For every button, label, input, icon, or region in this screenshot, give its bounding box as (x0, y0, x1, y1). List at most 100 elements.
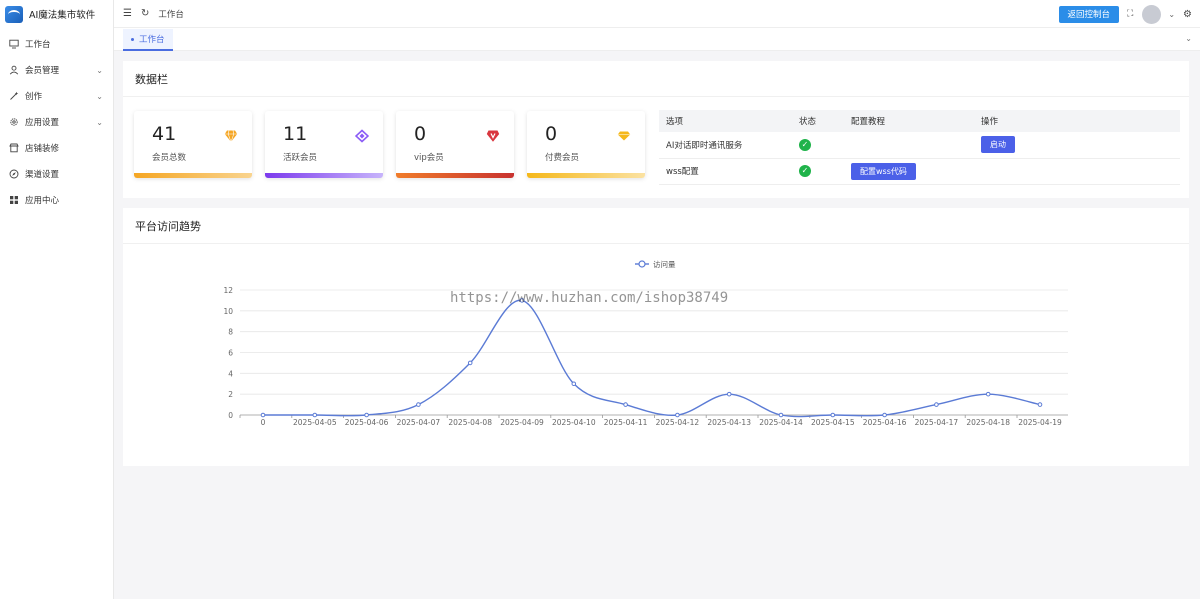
return-console-button[interactable]: 返回控制台 (1058, 5, 1120, 23)
sidebar-item-members[interactable]: 会员管理 ⌄ (0, 57, 113, 83)
data-point (312, 412, 318, 418)
refresh-icon[interactable]: ↻ (141, 8, 149, 19)
table-header-row: 选项 状态 配置教程 操作 (659, 110, 1180, 132)
data-point (830, 412, 836, 418)
x-tick-label: 2025-04-19 (1018, 418, 1062, 427)
x-tick-label: 2025-04-05 (293, 418, 337, 427)
x-tick-label: 2025-04-10 (552, 418, 596, 427)
stat-card-total-members[interactable]: 41 会员总数 (134, 111, 252, 178)
stat-value: 0 (414, 123, 427, 145)
stat-label: 会员总数 (152, 153, 187, 163)
action-cell (974, 158, 1180, 185)
panel-title: 数据栏 (123, 61, 1189, 97)
card-accent-bar (396, 173, 514, 178)
sidebar-item-label: 工作台 (25, 40, 51, 50)
status-cell: ✓ (792, 158, 844, 185)
sidebar-item-label: 应用设置 (25, 118, 60, 128)
sidebar-item-label: 店铺装修 (25, 144, 60, 154)
sidebar: AI魔法集市软件 工作台 会员管理 ⌄ 创作 ⌄ 应用设置 ⌄ 店铺装修 渠道设… (0, 0, 114, 599)
stat-value: 41 (152, 123, 177, 145)
x-tick-label: 2025-04-13 (707, 418, 751, 427)
card-accent-bar (265, 173, 383, 178)
stat-card-active-members[interactable]: 11 活跃会员 (265, 111, 383, 178)
avatar[interactable] (1142, 4, 1162, 24)
table-row: wss配置 ✓ 配置wss代码 (659, 158, 1180, 185)
sidebar-item-label: 渠道设置 (25, 170, 60, 180)
config-wss-button[interactable]: 配置wss代码 (851, 162, 916, 180)
user-icon (9, 65, 19, 75)
shop-icon (9, 143, 19, 153)
stat-label: vip会员 (414, 153, 444, 163)
y-tick-label: 10 (223, 307, 233, 316)
sidebar-item-app-center[interactable]: 应用中心 (0, 187, 113, 213)
y-tick-label: 8 (228, 328, 233, 337)
menu-collapse-icon[interactable]: ☰ (123, 8, 132, 19)
series-line (263, 299, 1041, 418)
card-accent-bar (134, 173, 252, 178)
sidebar-item-label: 会员管理 (25, 66, 60, 76)
stat-card-paid-members[interactable]: 0 付费会员 (527, 111, 645, 178)
sidebar-item-label: 创作 (25, 92, 43, 102)
sidebar-item-shop-decor[interactable]: 店铺装修 (0, 135, 113, 161)
action-cell: 启动 (974, 132, 1180, 159)
status-cell: ✓ (792, 132, 844, 159)
x-tick-label: 2025-04-09 (500, 418, 544, 427)
app-logo (5, 5, 23, 23)
x-tick-label: 2025-04-08 (448, 418, 492, 427)
column-header: 状态 (792, 110, 844, 132)
chevron-down-icon: ⌄ (96, 117, 103, 127)
sidebar-item-create[interactable]: 创作 ⌄ (0, 83, 113, 109)
data-point (882, 412, 887, 418)
x-tick-label: 2025-04-07 (397, 418, 441, 427)
legend-label: 访问量 (653, 259, 676, 269)
sidebar-menu: 工作台 会员管理 ⌄ 创作 ⌄ 应用设置 ⌄ 店铺装修 渠道设置 应用中心 (0, 31, 113, 213)
data-point (1037, 402, 1043, 407)
data-point (623, 402, 628, 407)
monitor-icon (9, 39, 19, 49)
option-cell: wss配置 (659, 158, 792, 185)
chevron-down-icon: ⌄ (96, 65, 103, 75)
data-point (778, 412, 784, 418)
grid-icon (9, 195, 19, 205)
sidebar-item-workbench[interactable]: 工作台 (0, 31, 113, 57)
stat-label: 付费会员 (545, 153, 580, 163)
fullscreen-icon[interactable]: ⛶ (1127, 9, 1133, 19)
x-tick-label: 2025-04-16 (863, 418, 907, 427)
data-point (985, 391, 991, 397)
x-tick-label: 2025-04-14 (759, 418, 803, 427)
diamond-yellow-icon (617, 131, 631, 141)
stat-card-vip-members[interactable]: 0 vip会员 (396, 111, 514, 178)
gear-icon[interactable]: ⚙ (1183, 9, 1192, 20)
data-point (726, 391, 732, 397)
x-tick-label: 0 (261, 418, 266, 427)
panel-title: 平台访问趋势 (123, 208, 1189, 244)
y-tick-label: 12 (223, 286, 233, 295)
sidebar-item-channel[interactable]: 渠道设置 (0, 161, 113, 187)
y-tick-label: 4 (228, 369, 233, 378)
breadcrumb: 工作台 (158, 9, 184, 20)
x-tick-label: 2025-04-12 (656, 418, 700, 427)
x-tick-label: 2025-04-11 (604, 418, 648, 427)
chevron-down-icon[interactable]: ⌄ (1185, 34, 1192, 43)
table-row: AI对话即时通讯服务 ✓ 启动 (659, 132, 1180, 159)
tab-strip: 工作台 ⌄ (114, 28, 1200, 51)
data-point (416, 402, 421, 407)
column-header: 配置教程 (844, 110, 974, 132)
tutorial-cell (844, 132, 974, 159)
data-point (467, 360, 473, 366)
x-tick-label: 2025-04-18 (966, 418, 1010, 427)
tab-workbench[interactable]: 工作台 (123, 29, 173, 51)
legend-marker (638, 260, 646, 268)
data-point (571, 381, 577, 387)
column-header: 选项 (659, 110, 792, 132)
logo-row[interactable]: AI魔法集市软件 (0, 0, 113, 28)
visits-line-chart: 0 2 4 6 8 10 12 0 2025-04-05 2025-04-06 2025-04-07… (223, 259, 1068, 427)
chevron-down-icon[interactable]: ⌄ (1168, 10, 1175, 19)
chevron-down-icon: ⌄ (96, 91, 103, 101)
start-button[interactable]: 启动 (981, 136, 1015, 154)
x-tick-label: 2025-04-15 (811, 418, 855, 427)
sidebar-item-app-settings[interactable]: 应用设置 ⌄ (0, 109, 113, 135)
column-header: 操作 (974, 110, 1180, 132)
x-tick-label: 2025-04-06 (345, 418, 389, 427)
stat-value: 11 (283, 123, 308, 145)
